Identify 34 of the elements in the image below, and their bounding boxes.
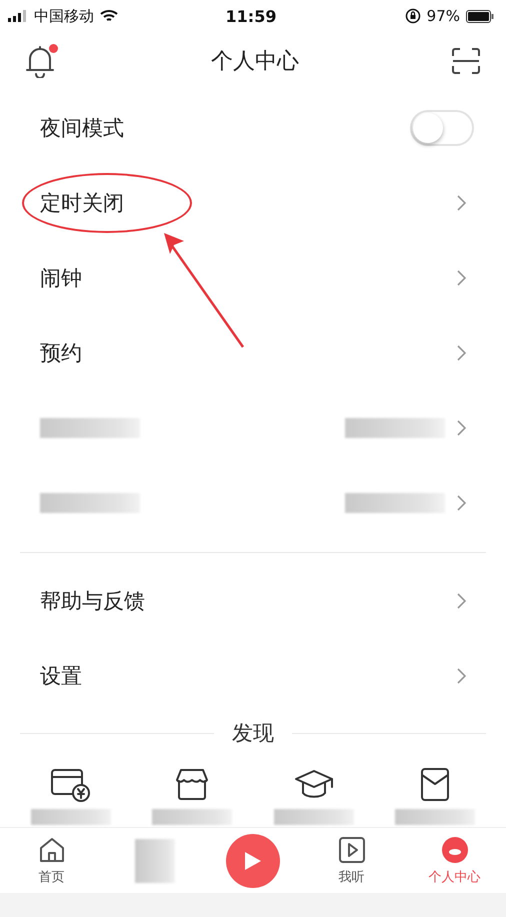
play-square-icon (338, 836, 366, 864)
row-label[interactable]: 帮助与反馈 (40, 586, 145, 614)
wifi-icon (100, 9, 118, 23)
chevron-icon (457, 194, 466, 210)
play-icon (243, 850, 263, 872)
scan-icon[interactable] (452, 48, 480, 74)
row-label: 夜间模式 (40, 114, 124, 142)
page-title: 个人中心 (211, 48, 299, 76)
rotation-lock-icon (404, 8, 421, 24)
bell-icon[interactable] (24, 44, 56, 78)
row-label[interactable]: 定时关闭 (40, 188, 124, 216)
toggle-switch[interactable] (410, 110, 474, 146)
clock-time: 11:59 (226, 6, 276, 26)
avatar-icon (440, 836, 468, 864)
carrier-name: 中国移动 (34, 6, 94, 26)
chevron-icon (457, 494, 466, 510)
tab-bar-item[interactable]: 个人中心 (403, 828, 506, 893)
row-label[interactable]: 设置 (40, 662, 82, 690)
home-icon (38, 836, 66, 864)
section-title: 发现 (232, 720, 274, 747)
chevron-icon (457, 270, 466, 286)
chevron-icon (457, 344, 466, 360)
signal-icon (8, 10, 28, 22)
row-label[interactable]: 预约 (40, 338, 82, 366)
chevron-icon (457, 420, 466, 436)
battery-percent: 97% (426, 7, 460, 25)
tab-bar-item[interactable]: 首页 (0, 828, 103, 893)
chevron-icon (457, 592, 466, 608)
play-button[interactable] (226, 834, 280, 888)
row-label[interactable]: 闹钟 (40, 264, 82, 292)
tab-bar-item[interactable]: 我听 (300, 828, 403, 893)
battery-icon (466, 10, 494, 22)
chevron-icon (457, 668, 466, 684)
card-coin-icon[interactable] (50, 767, 92, 803)
